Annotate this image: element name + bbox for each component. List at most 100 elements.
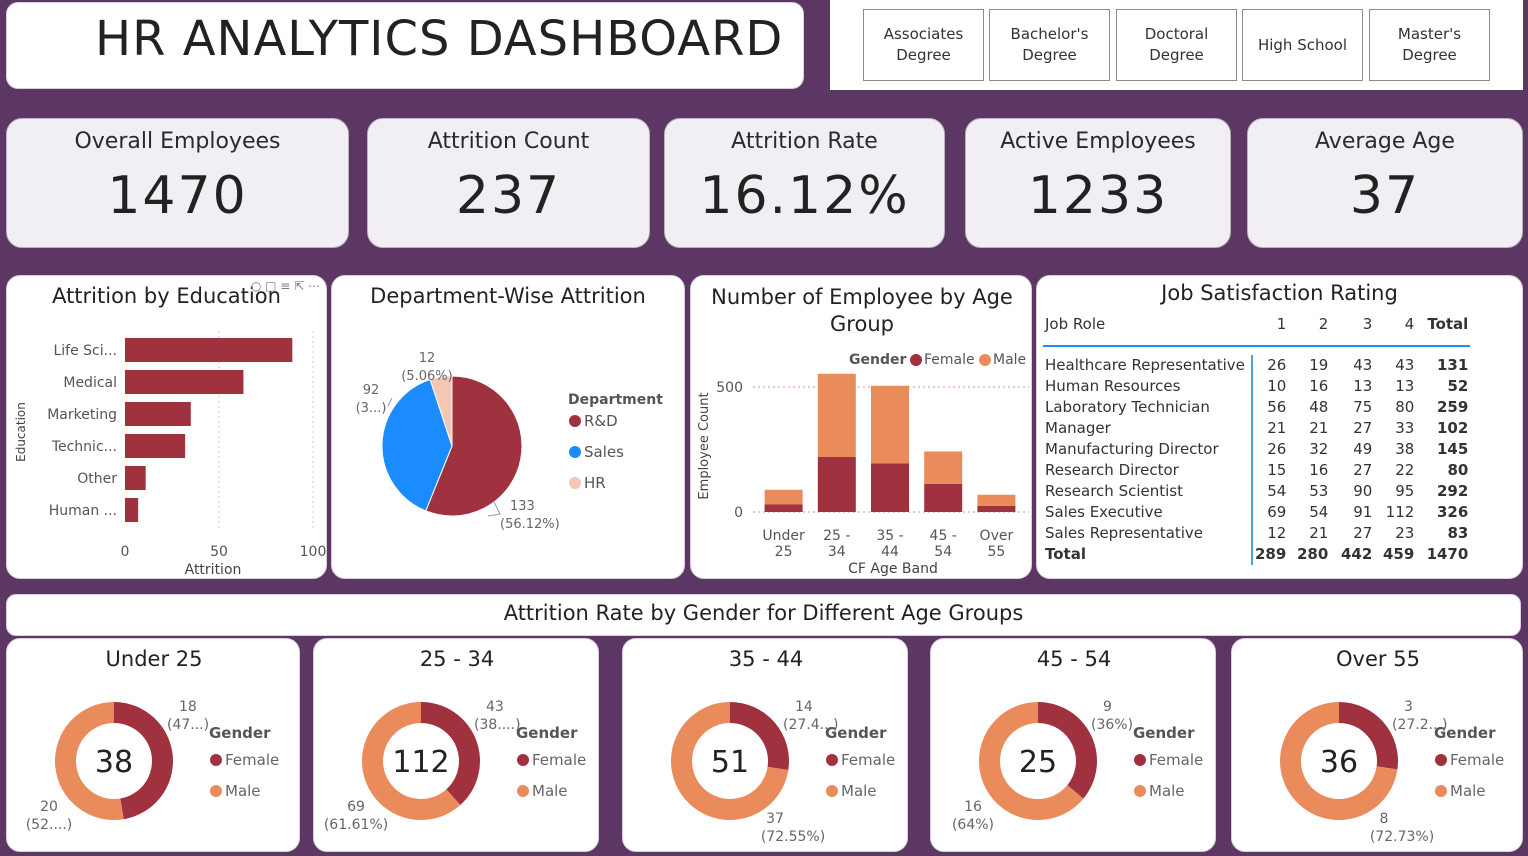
value-cell: 145 [1437, 440, 1469, 458]
value-cell: 95 [1395, 482, 1415, 500]
value-cell: 48 [1309, 398, 1329, 416]
value-cell: 27 [1353, 419, 1373, 437]
stacked-bar-segment [817, 373, 856, 457]
female-percent-label: (47...) [167, 717, 209, 733]
kpi-value: 1470 [107, 166, 248, 226]
category-label: 25 [775, 544, 793, 560]
category-label: Technic... [51, 439, 117, 455]
value-cell: 52 [1447, 377, 1469, 395]
value-cell: 21 [1309, 524, 1329, 542]
column-header[interactable]: 2 [1288, 312, 1331, 347]
stacked-bar-segment [924, 451, 963, 484]
slicer-associates-degree[interactable]: Associates Degree [863, 9, 984, 81]
gender-age-banner: Attrition Rate by Gender for Different A… [6, 594, 1521, 636]
department-attrition-card[interactable]: Department-Wise Attrition 133 (56.12%) 92(… [331, 275, 685, 579]
legend-label: Female [841, 751, 895, 769]
donut-card[interactable]: 45 - 54 25 9 (36%) 16 (64%) Gender Female Male [930, 638, 1216, 852]
category-label: Under [762, 528, 805, 544]
kpi-value: 237 [455, 166, 562, 226]
legend-title: Gender [825, 724, 887, 742]
slicer-doctoral-degree[interactable]: Doctoral Degree [1116, 9, 1237, 81]
table-row[interactable]: Sales Representative 12 21 27 23 83 [1043, 523, 1470, 544]
tick-label: 100 [300, 544, 327, 560]
column-header[interactable]: 3 [1330, 312, 1375, 347]
slice-label-percent: (56.12%) [500, 517, 560, 532]
female-count-label: 43 [486, 699, 504, 715]
slicer-masters-degree[interactable]: Master's Degree [1369, 9, 1490, 81]
table-row[interactable]: Healthcare Representative 26 19 43 43 131 [1043, 355, 1470, 376]
job-role-cell: Research Scientist [1043, 481, 1253, 502]
category-label: Marketing [47, 407, 117, 423]
legend-label: Sales [584, 443, 624, 461]
table-row[interactable]: Human Resources 10 16 13 13 52 [1043, 376, 1470, 397]
tick-label: 500 [716, 380, 743, 396]
table-row[interactable]: Research Scientist 54 53 90 95 292 [1043, 481, 1470, 502]
stacked-bar-segment [764, 489, 803, 505]
kpi-attrition-rate: Attrition Rate 16.12% [664, 118, 945, 248]
stacked-bar-segment [871, 463, 909, 512]
category-label: Medical [63, 375, 117, 391]
legend-marker [1134, 785, 1146, 797]
legend-marker [569, 477, 581, 489]
table-row[interactable]: Manager 21 21 27 33 102 [1043, 418, 1470, 439]
legend-marker [569, 446, 581, 458]
donut-card[interactable]: 35 - 44 51 14 (27.4...) 37 (72.55%) Gender Fema… [622, 638, 908, 852]
column-header[interactable]: Total [1416, 312, 1471, 347]
legend-label: HR [584, 474, 606, 492]
slicer-bachelors-degree[interactable]: Bachelor's Degree [989, 9, 1110, 81]
legend-marker [210, 754, 222, 766]
value-cell: 38 [1395, 440, 1415, 458]
department-pie-chart: 133 (56.12%) 92 (3...) 12 (5.06%) Department R&… [356, 351, 664, 532]
x-axis-label: Attrition [185, 562, 242, 578]
female-count-label: 9 [1103, 699, 1112, 715]
legend-label: Male [1149, 782, 1185, 800]
category-label: 45 - [930, 528, 957, 544]
donut-card[interactable]: 25 - 34 112 43 (38....) 69 (61.61%) Gender Fema… [313, 638, 599, 852]
kpi-active-employees: Active Employees 1233 [965, 118, 1231, 248]
value-cell: 49 [1353, 440, 1373, 458]
stacked-bar-segment [977, 494, 1016, 506]
kpi-label: Overall Employees [74, 129, 281, 154]
y-axis-label: Employee Count [697, 392, 712, 499]
male-count-label: 20 [40, 799, 58, 815]
job-role-cell: Research Director [1043, 460, 1253, 481]
attrition-by-education-card[interactable]: Attrition by Education ○ □ ≡ ⇱ ⋯ Life Sc… [6, 275, 327, 579]
value-cell: 75 [1353, 398, 1373, 416]
donut-chart: 38 18 (47...) 20 (52....) Gender Female Male [26, 699, 280, 833]
job-role-cell: Healthcare Representative [1043, 355, 1253, 376]
legend-marker [910, 354, 922, 366]
value-cell: 102 [1437, 419, 1469, 437]
table-row[interactable]: Sales Executive 69 54 91 112 326 [1043, 502, 1470, 523]
legend-marker [210, 785, 222, 797]
legend-marker [517, 754, 529, 766]
donut-card[interactable]: Over 55 36 3 (27.2...) 8 (72.73%) Gender Female… [1231, 638, 1523, 852]
column-header[interactable]: 4 [1374, 312, 1417, 347]
category-label: 54 [934, 544, 952, 560]
slicer-high-school[interactable]: High School [1242, 9, 1363, 81]
kpi-label: Attrition Count [427, 129, 590, 154]
section-title: Attrition Rate by Gender for Different A… [503, 601, 1024, 625]
table-row[interactable]: Manufacturing Director 26 32 49 38 145 [1043, 439, 1470, 460]
male-percent-label: (64%) [952, 817, 994, 833]
legend-title: Gender [516, 724, 578, 742]
table-row[interactable]: Research Director 15 16 27 22 80 [1043, 460, 1470, 481]
stacked-bar-segment [977, 505, 1016, 512]
column-header[interactable]: Job Role [1043, 312, 1252, 347]
kpi-label: Active Employees [1000, 129, 1196, 154]
job-satisfaction-card[interactable]: Job Satisfaction Rating Job Role 1 2 3 4 Tota… [1036, 275, 1523, 579]
stacked-bar-segment [871, 385, 909, 464]
job-satisfaction-table: Job Role 1 2 3 4 Total Healthcare Representati… [1043, 312, 1471, 565]
value-cell: 83 [1447, 524, 1469, 542]
donut-chart: 5114(27.4...)37(72.55%)GenderFemaleMale [671, 699, 895, 845]
value-cell: 26 [1267, 440, 1287, 458]
table-row[interactable]: Laboratory Technician 56 48 75 80 259 [1043, 397, 1470, 418]
employee-by-age-card[interactable]: Number of Employee by Age Group 500 0 Unde… [690, 275, 1032, 579]
column-header[interactable]: 1 [1252, 312, 1289, 347]
slice-label-percent: (3...) [356, 401, 387, 416]
value-cell: 259 [1437, 398, 1469, 416]
value-cell: 13 [1353, 377, 1373, 395]
donut-card[interactable]: Under 25 38 18 (47...) 20 (52....) Gender Femal… [6, 638, 300, 852]
category-label: Other [77, 471, 117, 487]
value-cell: 33 [1395, 419, 1415, 437]
y-axis-label: Education [14, 402, 28, 462]
